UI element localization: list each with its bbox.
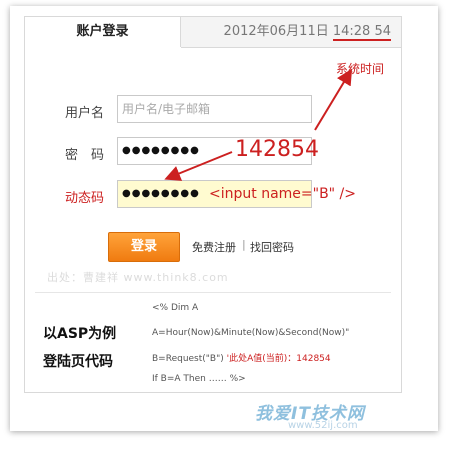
code-line-3: B=Request("B") '此处A值(当前)：142854 (152, 351, 331, 364)
screenshot-paper: 2012年06月11日 14:28 54 账户登录 系统时间 用户名 用户名/电… (10, 6, 438, 431)
code-number-annotation: 142854 (235, 137, 319, 162)
system-time-annotation: 系统时间 (336, 62, 385, 76)
login-panel: 2012年06月11日 14:28 54 账户登录 系统时间 用户名 用户名/电… (24, 16, 402, 393)
code-line-3-note: '此处A值(当前)：142854 (226, 354, 331, 364)
asp-title-line2: 登陆页代码 (43, 354, 113, 370)
link-separator: | (242, 238, 246, 251)
input-tag-annotation: <input name="B" /> (209, 186, 357, 202)
code-line-3-main: B=Request("B") (152, 354, 224, 364)
code-line-4: If B=A Then …… %> (152, 374, 246, 384)
system-datetime: 2012年06月11日 14:28 54 (224, 17, 391, 47)
asp-title-line1: 以ASP为例 (43, 326, 117, 342)
tab-account-login[interactable]: 账户登录 (25, 17, 181, 47)
password-label: 密 码 (65, 148, 105, 163)
username-label: 用户名 (65, 106, 105, 121)
source-watermark: 出处：曹建祥 www.think8.com (47, 271, 229, 284)
register-link[interactable]: 免费注册 (192, 239, 236, 255)
login-button[interactable]: 登录 (108, 232, 180, 262)
section-divider (35, 292, 391, 293)
time-text: 14:28 54 (332, 24, 391, 41)
dynamic-code-label: 动态码 (65, 191, 105, 206)
tab-bar: 2012年06月11日 14:28 54 (181, 17, 401, 48)
date-text: 2012年06月11日 (223, 24, 329, 39)
site-url: www.52ij.com (288, 420, 358, 431)
username-input[interactable]: 用户名/电子邮箱 (117, 95, 312, 123)
code-line-2: A=Hour(Now)&Minute(Now)&Second(Now)" (152, 328, 350, 338)
code-line-1: <% Dim A (152, 303, 199, 313)
forgot-password-link[interactable]: 找回密码 (250, 239, 294, 255)
